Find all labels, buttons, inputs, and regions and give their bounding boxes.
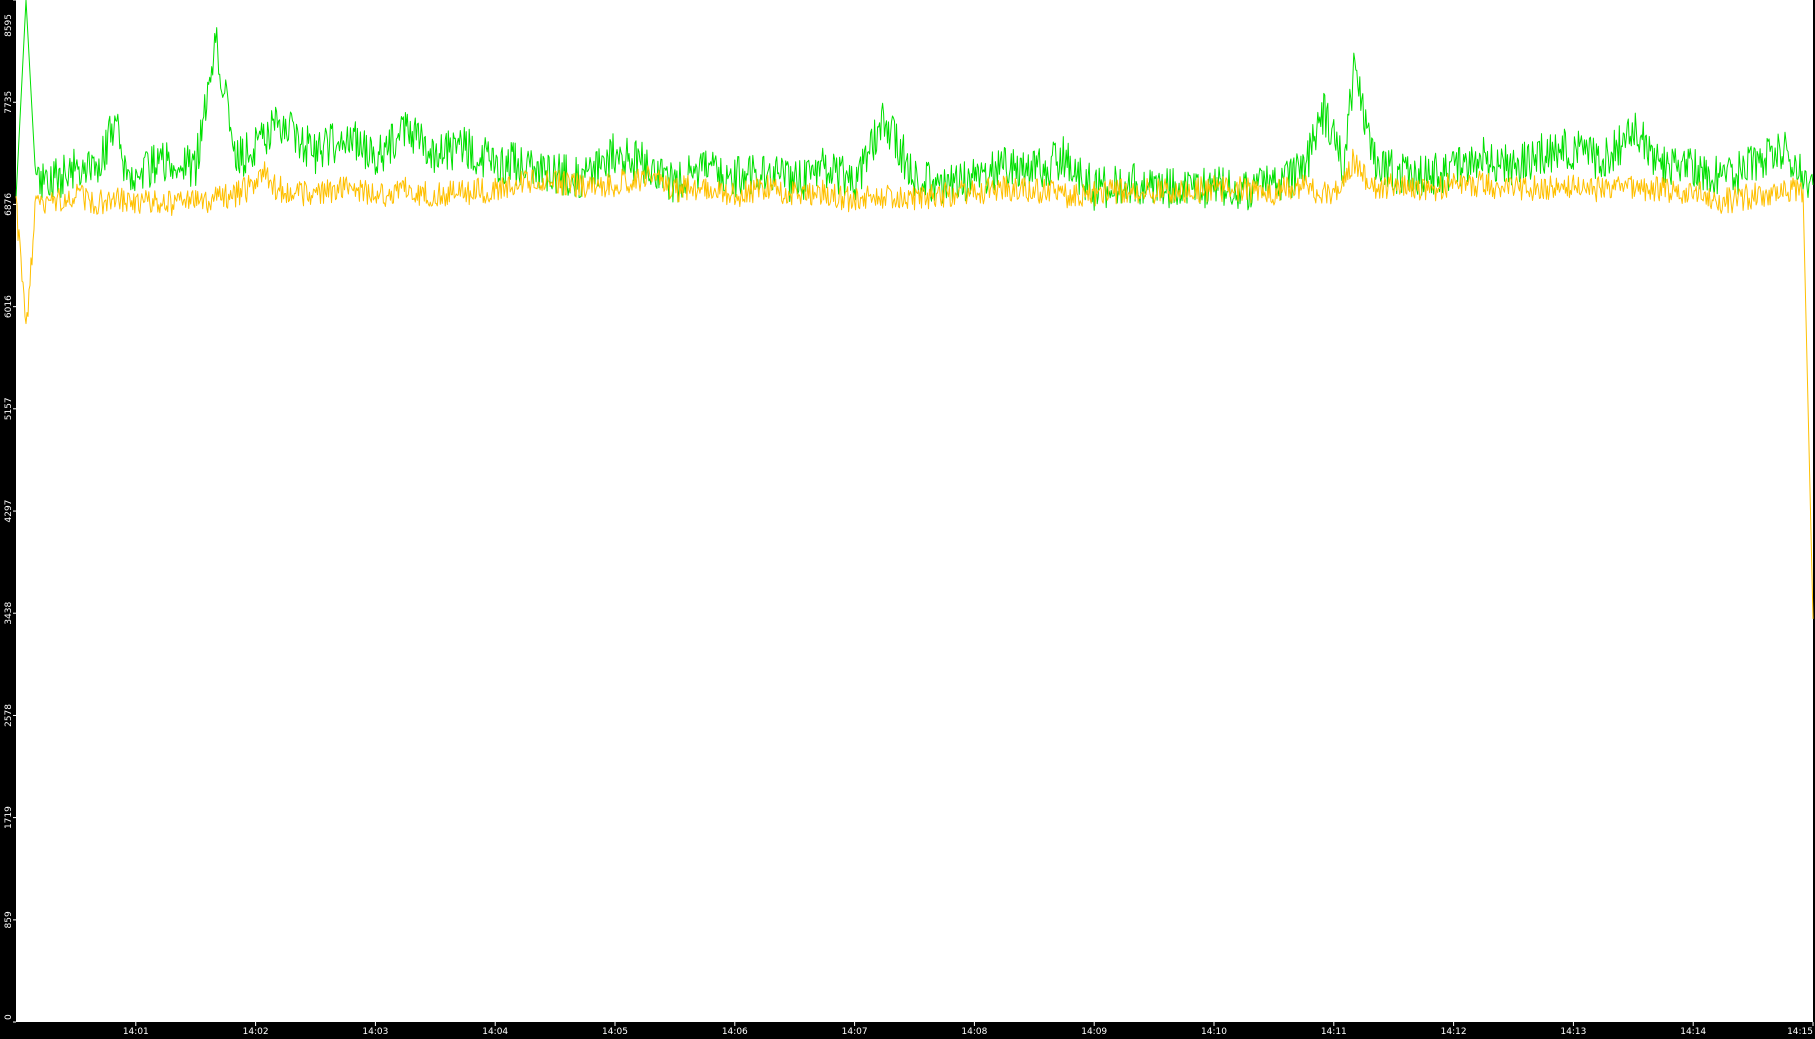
y-tick-label: 6016	[4, 295, 14, 318]
y-tick-label: 2578	[4, 704, 14, 727]
y-tick-label: 6876	[4, 193, 14, 216]
x-tick-label: 14:07	[842, 1027, 868, 1037]
y-tick-label: 8595	[4, 14, 14, 37]
x-tick-label: 14:01	[123, 1027, 149, 1037]
x-tick-label: 14:12	[1441, 1027, 1467, 1037]
y-tick-label: 1719	[4, 806, 14, 829]
plot-area	[16, 0, 1813, 1022]
y-tick-label: 3438	[4, 601, 14, 624]
x-tick-label: 14:04	[482, 1027, 508, 1037]
chart-svg: 0 859 1719 2578 3438 4297 5157 6016 6876 7735 8595…	[0, 0, 1815, 1039]
x-tick-label: 14:10	[1201, 1027, 1227, 1037]
y-tick-label: 0	[4, 1014, 14, 1020]
y-tick-label: 859	[4, 911, 14, 928]
time-series-chart: 0 859 1719 2578 3438 4297 5157 6016 6876 7735 8595…	[0, 0, 1815, 1039]
x-tick-label: 14:15	[1787, 1027, 1813, 1037]
x-tick-label: 14:08	[961, 1027, 987, 1037]
x-tick-label: 14:03	[362, 1027, 388, 1037]
x-tick-label: 14:14	[1680, 1027, 1706, 1037]
x-tick-label: 14:09	[1081, 1027, 1107, 1037]
y-tick-label: 7735	[4, 91, 14, 114]
x-tick-label: 14:11	[1321, 1027, 1347, 1037]
x-tick-label: 14:13	[1560, 1027, 1586, 1037]
y-tick-label: 4297	[4, 500, 14, 523]
y-tick-label: 5157	[4, 397, 14, 420]
x-tick-label: 14:02	[243, 1027, 269, 1037]
x-tick-label: 14:06	[722, 1027, 748, 1037]
x-tick-label: 14:05	[602, 1027, 628, 1037]
